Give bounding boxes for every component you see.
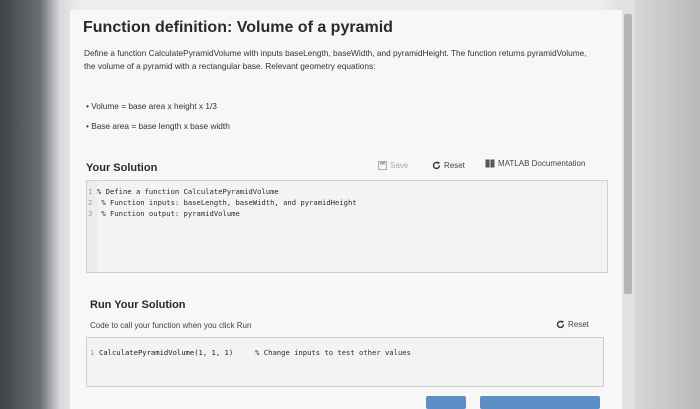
submit-button[interactable] [480, 396, 600, 409]
run-button[interactable] [426, 396, 466, 409]
save-button[interactable]: Save [378, 161, 408, 170]
run-reset-button[interactable]: Reset [556, 320, 589, 329]
scrollbar-thumb[interactable] [624, 14, 632, 294]
code-line: 2 % Function inputs: baseLength, baseWid… [88, 198, 357, 207]
matlab-documentation-link[interactable]: MATLAB Documentation [485, 159, 585, 168]
reset-icon [556, 320, 565, 329]
reset-icon [432, 161, 441, 170]
code-line: 1 CalculatePyramidVolume(1, 1, 1)% Change… [90, 348, 411, 357]
scrollbar[interactable] [622, 0, 634, 409]
run-code-editor[interactable]: 1 CalculatePyramidVolume(1, 1, 1)% Change… [86, 337, 604, 387]
run-subtitle: Code to call your function when you clic… [90, 321, 252, 330]
run-heading: Run Your Solution [90, 299, 186, 311]
page-title: Function definition: Volume of a pyramid [83, 19, 393, 36]
page-background: Function definition: Volume of a pyramid… [0, 0, 700, 409]
book-icon [485, 159, 495, 168]
equation-item: • Base area = base length x base width [86, 121, 230, 131]
solution-heading: Your Solution [86, 162, 158, 174]
reset-button[interactable]: Reset [432, 161, 465, 170]
code-line: 1% Define a function CalculatePyramidVol… [88, 187, 279, 196]
equation-item: • Volume = base area x height x 1/3 [86, 101, 217, 111]
code-editor[interactable]: 1% Define a function CalculatePyramidVol… [86, 180, 608, 273]
code-line: 3 % Function output: pyramidVolume [88, 209, 240, 218]
problem-description: Define a function CalculatePyramidVolume… [84, 48, 587, 71]
save-icon [378, 161, 387, 170]
